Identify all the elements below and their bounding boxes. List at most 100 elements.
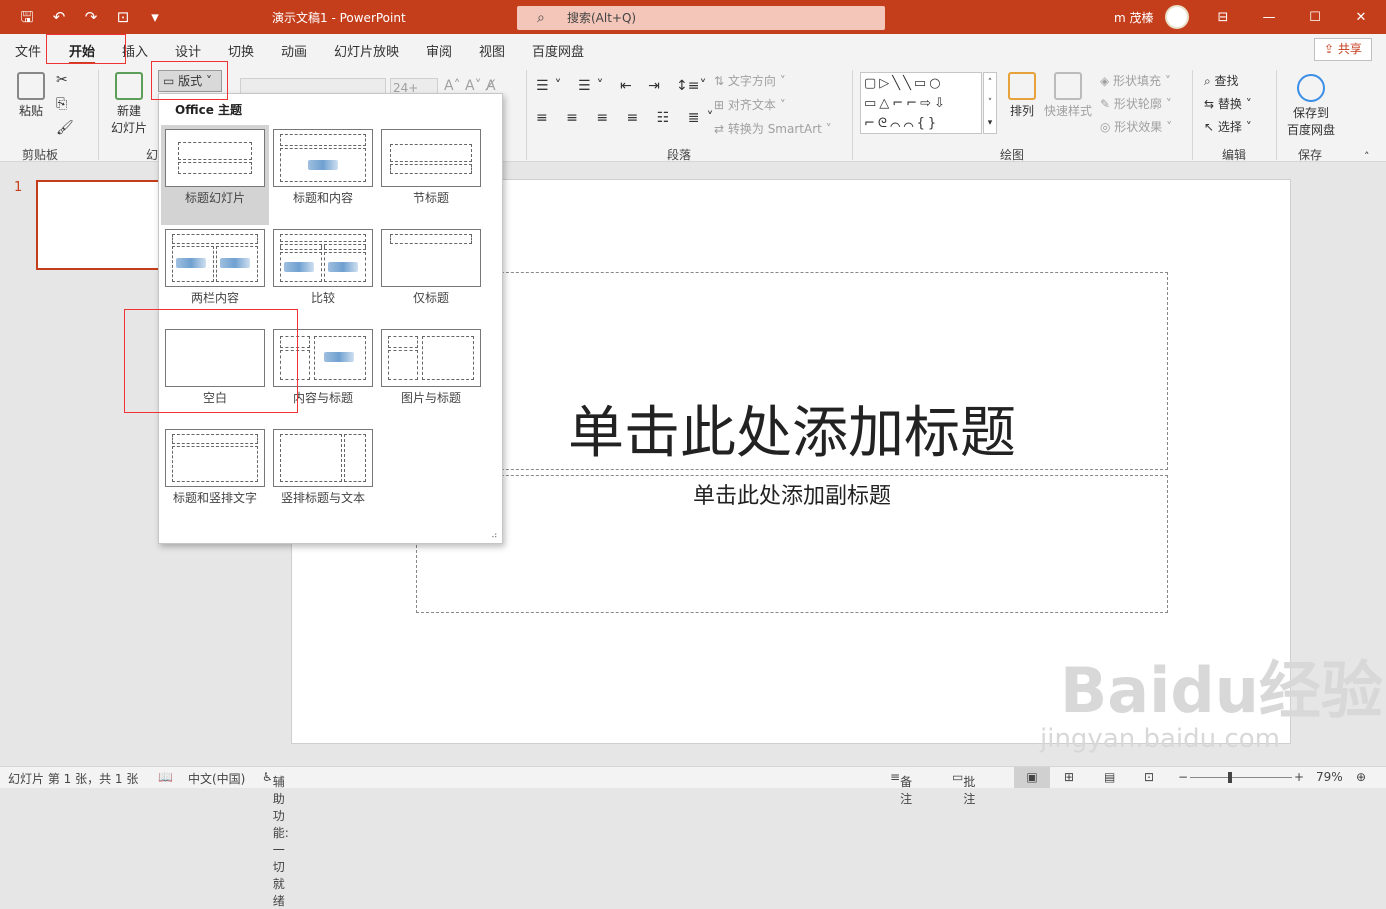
maximize-icon[interactable]: ☐ [1302, 6, 1328, 28]
avatar[interactable] [1165, 5, 1189, 29]
present-icon[interactable]: ⊡ [114, 8, 132, 26]
layout-button[interactable]: ▭ 版式 ˅ [158, 70, 222, 92]
layout-name: 标题幻灯片 [184, 191, 245, 205]
shape-outline-button[interactable]: ✎ 形状轮廓 ˅ [1100, 95, 1172, 112]
spelling-icon[interactable]: 📖 [158, 770, 173, 784]
grow-font-icon[interactable]: A˄ A˅ A̸ [444, 78, 496, 94]
select-label: 选择 [1217, 120, 1242, 134]
layout-title-only[interactable]: 仅标题 [381, 229, 481, 306]
format-painter-icon[interactable]: 🖌 [56, 120, 74, 136]
ribbon-display-icon[interactable]: ⊟ [1210, 6, 1236, 28]
search-box[interactable]: ⌕ 搜索(Alt+Q) [517, 6, 885, 30]
smartart-label: 转换为 SmartArt [727, 122, 822, 136]
tab-insert[interactable]: 插入 [122, 41, 148, 60]
reading-view-icon[interactable]: ▤ [1104, 770, 1115, 784]
close-icon[interactable]: ✕ [1348, 6, 1374, 28]
layout-title-slide[interactable]: 标题幻灯片 [161, 125, 269, 225]
paste-button[interactable]: 粘贴 [16, 72, 46, 119]
select-button[interactable]: ↖ 选择 ˅ [1204, 118, 1252, 135]
layout-section-header[interactable]: 节标题 [381, 129, 481, 206]
accessibility-status[interactable]: ♿ 辅助功能: 一切就绪 [262, 770, 289, 908]
tab-review[interactable]: 审阅 [426, 41, 452, 60]
tab-baidu[interactable]: 百度网盘 [532, 41, 584, 60]
layout-two-content[interactable]: 两栏内容 [165, 229, 265, 306]
line-spacing-icon[interactable]: ↕≡˅ [676, 78, 706, 94]
layout-blank[interactable]: 空白 [165, 329, 265, 406]
document-title: 演示文稿1 - PowerPoint [272, 11, 406, 25]
copy-icon[interactable]: ⎘ [56, 96, 67, 112]
separator [98, 70, 99, 160]
text-direction-button[interactable]: ⇅ 文字方向 ˅ [714, 72, 786, 89]
zoom-slider[interactable] [1190, 777, 1292, 778]
share-button[interactable]: ⇪ 共享 [1314, 38, 1372, 61]
cut-icon[interactable]: ✂ [56, 72, 68, 88]
quick-styles-button[interactable]: 快速样式 [1044, 72, 1092, 119]
search-placeholder: 搜索(Alt+Q) [567, 11, 637, 25]
save-icon[interactable]: 🖫 [18, 8, 36, 26]
accessibility-label: 辅助功能: 一切就绪 [272, 775, 289, 908]
smartart-button[interactable]: ⇄ 转换为 SmartArt ˅ [714, 120, 832, 137]
layout-title-vertical-text[interactable]: 标题和竖排文字 [165, 429, 265, 506]
shape-effects-label: 形状效果 [1114, 120, 1163, 134]
save-baidu-button[interactable]: 保存到 百度网盘 [1285, 74, 1337, 138]
tab-slideshow[interactable]: 幻灯片放映 [334, 41, 399, 60]
customize-qat-icon[interactable]: ▾ [146, 8, 164, 26]
zoom-slider-thumb[interactable] [1228, 772, 1232, 783]
zoom-out-icon[interactable]: − [1178, 770, 1188, 784]
ribbon-tabs: 文件 开始 插入 设计 切换 动画 幻灯片放映 审阅 视图 百度网盘 [0, 34, 1386, 65]
new-slide-icon [115, 72, 143, 100]
shape-fill-button[interactable]: ◈ 形状填充 ˅ [1100, 72, 1171, 89]
shape-effects-button[interactable]: ◎ 形状效果 ˅ [1100, 118, 1172, 135]
tab-file[interactable]: 文件 [15, 41, 41, 60]
shapes-gallery[interactable]: ▢▷╲╲▭○ ▭△⌐⌐⇨⇩ ⌐ᘓ⌒⌒{} [860, 72, 982, 134]
new-slide-button[interactable]: 新建 幻灯片 [106, 72, 152, 136]
layout-name: 比较 [310, 291, 335, 305]
slideshow-view-icon[interactable]: ⊡ [1144, 770, 1154, 784]
layout-name: 标题和竖排文字 [172, 491, 257, 505]
tab-transitions[interactable]: 切换 [228, 41, 254, 60]
shape-outline-label: 形状轮廓 [1113, 97, 1162, 111]
tab-view[interactable]: 视图 [479, 41, 505, 60]
slide-count: 幻灯片 第 1 张，共 1 张 [8, 772, 139, 786]
zoom-in-icon[interactable]: + [1294, 770, 1304, 784]
layout-title-content[interactable]: 标题和内容 [273, 129, 373, 206]
layout-picture-caption[interactable]: 图片与标题 [381, 329, 481, 406]
normal-view-icon[interactable]: ▣ [1014, 767, 1050, 788]
status-bar: 幻灯片 第 1 张，共 1 张 📖 中文(中国) ♿ 辅助功能: 一切就绪 ≡ … [0, 766, 1386, 908]
notes-label: 备注 [900, 775, 913, 806]
layout-content-caption[interactable]: 内容与标题 [273, 329, 373, 406]
text-direction-label: 文字方向 [727, 74, 776, 88]
layout-comparison[interactable]: 比较 [273, 229, 373, 306]
tab-design[interactable]: 设计 [175, 41, 201, 60]
language[interactable]: 中文(中国) [188, 770, 245, 787]
align-text-button[interactable]: ⊞ 对齐文本 ˅ [714, 96, 786, 113]
watermark-url: jingyan.baidu.com [1040, 724, 1280, 754]
comments-button[interactable]: ▭ 批注 [952, 770, 975, 806]
list-buttons[interactable]: ☰˅ ☰˅ ⇤ ⇥ [536, 78, 666, 94]
layout-label: 版式 [178, 74, 203, 88]
user-name[interactable]: m 茂榛 [1114, 9, 1154, 26]
undo-icon[interactable]: ↶ [50, 8, 68, 26]
arrange-button[interactable]: 排列 [1006, 72, 1038, 119]
minimize-icon[interactable]: — [1256, 6, 1282, 28]
zoom-level[interactable]: 79% [1316, 770, 1343, 784]
slide-subtitle-text[interactable]: 单击此处添加副标题 [416, 478, 1168, 510]
find-button[interactable]: ⌕ 查找 [1204, 72, 1239, 89]
resize-grip-icon[interactable]: ⠴ [491, 531, 498, 541]
layout-vertical-title-text[interactable]: 竖排标题与文本 [273, 429, 373, 506]
align-buttons[interactable]: ≡ ≡ ≡ ≡ ☷ ≣˅ [536, 110, 720, 126]
quick-access-toolbar: 🖫 ↶ ↷ ⊡ ▾ [18, 8, 164, 26]
slide-sorter-icon[interactable]: ⊞ [1064, 770, 1074, 784]
tab-home[interactable]: 开始 [69, 41, 96, 65]
slide-title-text[interactable]: 单击此处添加标题 [416, 388, 1168, 469]
shapes-scroll[interactable]: ˄ ˅ ▾ [983, 72, 997, 134]
tab-animations[interactable]: 动画 [281, 41, 307, 60]
baidu-label: 百度网盘 [1286, 123, 1335, 137]
redo-icon[interactable]: ↷ [82, 8, 100, 26]
notes-button[interactable]: ≡ 备注 [890, 770, 912, 806]
slide-thumbnail[interactable] [36, 180, 171, 270]
layout-name: 空白 [202, 391, 227, 405]
fit-to-window-icon[interactable]: ⊕ [1356, 770, 1366, 784]
gallery-header: Office 主题 [175, 103, 243, 117]
replace-button[interactable]: ⇆ 替换 ˅ [1204, 95, 1252, 112]
